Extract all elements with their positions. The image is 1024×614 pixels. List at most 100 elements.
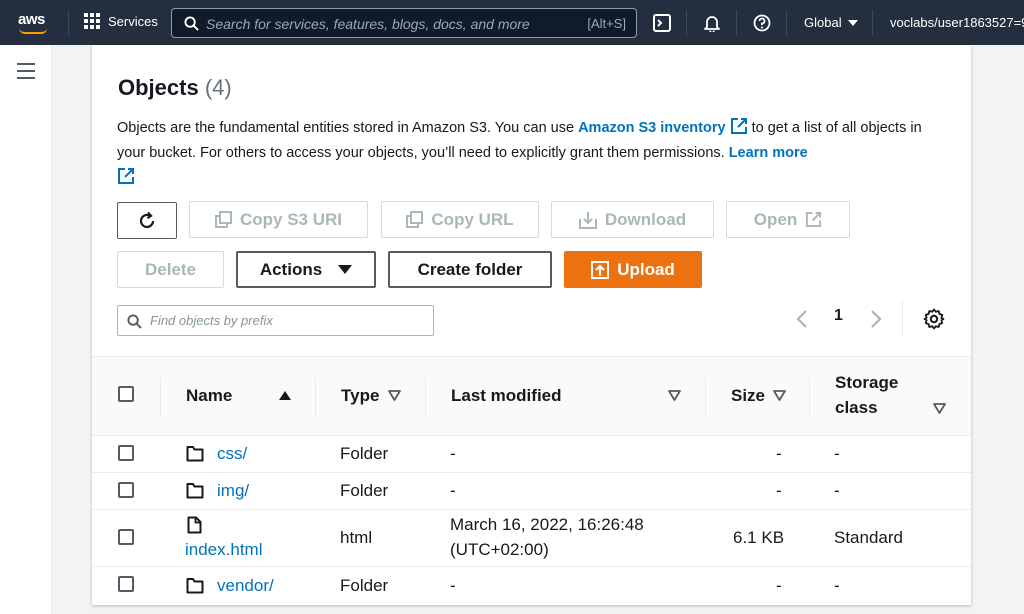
copy-icon — [406, 211, 424, 228]
aws-smile-icon — [19, 28, 47, 34]
divider — [872, 10, 873, 36]
global-search[interactable]: [Alt+S] — [171, 8, 637, 38]
search-input[interactable] — [206, 15, 566, 33]
download-button[interactable]: Download — [551, 201, 714, 238]
chevron-left-icon[interactable] — [795, 309, 809, 329]
actions-label: Actions — [259, 259, 323, 279]
refresh-button[interactable] — [117, 202, 177, 239]
upload-button[interactable]: Upload — [564, 251, 702, 288]
table-row[interactable]: img/ Folder - - - — [92, 473, 971, 510]
settings-gear-icon[interactable] — [923, 308, 945, 330]
row-checkbox[interactable] — [118, 482, 134, 498]
folder-icon — [186, 446, 204, 462]
object-last-modified: - — [450, 481, 456, 500]
external-link-icon — [806, 211, 822, 228]
divider — [902, 301, 903, 335]
object-last-modified-date: March 16, 2022, 16:26:48 — [450, 515, 644, 534]
sort-ascending-icon[interactable] — [279, 391, 291, 400]
table-header: Name Type Last modified Size Storage cla… — [92, 356, 971, 436]
services-label: Services — [108, 13, 158, 29]
object-type: Folder — [340, 444, 389, 463]
chevron-right-icon[interactable] — [869, 309, 883, 329]
row-checkbox[interactable] — [118, 529, 134, 545]
actions-dropdown-button[interactable]: Actions — [236, 251, 376, 288]
column-header-storage-class-line2[interactable]: class — [835, 398, 878, 418]
object-type: Folder — [340, 576, 389, 595]
find-objects-input[interactable] — [150, 313, 420, 328]
delete-button[interactable]: Delete — [117, 251, 224, 288]
hamburger-menu-icon[interactable] — [17, 63, 35, 84]
current-page-number[interactable]: 1 — [834, 307, 843, 325]
sort-caret-icon[interactable] — [773, 390, 786, 401]
sort-caret-icon[interactable] — [388, 390, 401, 401]
aws-logo-text: aws — [18, 11, 45, 28]
aws-logo[interactable]: aws — [18, 11, 47, 34]
open-label: Open — [753, 209, 798, 229]
copy-icon — [214, 211, 232, 228]
objects-count: (4) — [204, 75, 232, 100]
row-checkbox[interactable] — [118, 445, 134, 461]
divider — [686, 10, 687, 36]
bell-icon — [704, 16, 720, 32]
external-link-icon[interactable] — [117, 167, 135, 185]
column-header-size[interactable]: Size — [731, 386, 765, 406]
learn-more-link[interactable]: Learn more — [729, 145, 808, 161]
copy-url-button[interactable]: Copy URL — [381, 201, 539, 238]
object-name-link[interactable]: index.html — [185, 540, 262, 560]
account-menu[interactable]: voclabs/user1863527=9 — [890, 15, 1024, 30]
column-divider — [160, 377, 161, 417]
object-size: 6.1 KB — [733, 528, 785, 547]
search-shortcut: [Alt+S] — [587, 16, 626, 31]
copy-s3-uri-button[interactable]: Copy S3 URI — [189, 201, 368, 238]
select-all-checkbox[interactable] — [118, 386, 134, 402]
region-label: Global — [804, 15, 842, 30]
object-name-link[interactable]: img/ — [217, 481, 249, 501]
region-selector[interactable]: Global — [804, 15, 858, 30]
terminal-icon — [653, 14, 671, 32]
side-navigation-rail — [0, 45, 52, 614]
divider — [736, 10, 737, 36]
table-row[interactable]: css/ Folder - - - — [92, 436, 971, 473]
object-storage-class: - — [834, 481, 840, 500]
object-type: html — [340, 528, 373, 547]
open-button[interactable]: Open — [726, 201, 850, 238]
s3-inventory-link[interactable]: Amazon S3 inventory — [578, 120, 725, 136]
copy-s3-uri-label: Copy S3 URI — [239, 209, 343, 229]
services-menu-button[interactable]: Services — [84, 13, 158, 29]
object-last-modified: - — [450, 444, 456, 463]
cloudshell-button[interactable] — [651, 12, 673, 34]
create-folder-button[interactable]: Create folder — [388, 251, 552, 288]
object-last-modified: - — [450, 576, 456, 595]
column-header-last-modified[interactable]: Last modified — [451, 386, 562, 406]
caret-down-icon — [338, 265, 353, 274]
search-icon — [184, 16, 199, 31]
create-folder-label: Create folder — [417, 259, 523, 279]
column-divider — [705, 377, 706, 417]
table-row[interactable]: index.html html March 16, 2022, 16:26:48… — [92, 510, 971, 567]
notifications-button[interactable] — [701, 12, 723, 34]
object-last-modified-timezone: (UTC+02:00) — [450, 540, 549, 559]
external-link-icon[interactable] — [730, 117, 748, 135]
object-name-link[interactable]: vendor/ — [217, 576, 274, 596]
page-title: Objects (4) — [118, 75, 232, 101]
object-name-link[interactable]: css/ — [217, 444, 247, 464]
row-checkbox[interactable] — [118, 576, 134, 592]
column-header-storage-class-line1[interactable]: Storage — [835, 373, 898, 393]
object-size: - — [776, 481, 782, 500]
sort-caret-icon[interactable] — [668, 390, 681, 401]
column-header-type[interactable]: Type — [341, 386, 379, 406]
objects-panel: Objects (4) Objects are the fundamental … — [92, 45, 971, 605]
help-button[interactable] — [751, 12, 773, 34]
column-divider — [425, 377, 426, 417]
object-size: - — [776, 576, 782, 595]
find-objects-filter[interactable] — [117, 305, 434, 336]
column-header-name[interactable]: Name — [186, 386, 232, 406]
object-storage-class: - — [834, 576, 840, 595]
top-navigation-bar: aws Services [Alt+S] Global voclabs/user… — [0, 0, 1024, 45]
sort-caret-icon[interactable] — [933, 403, 946, 414]
object-size: - — [776, 444, 782, 463]
refresh-icon — [139, 211, 155, 228]
table-row[interactable]: vendor/ Folder - - - — [92, 567, 971, 605]
delete-label: Delete — [144, 259, 197, 279]
upload-label: Upload — [617, 259, 675, 279]
